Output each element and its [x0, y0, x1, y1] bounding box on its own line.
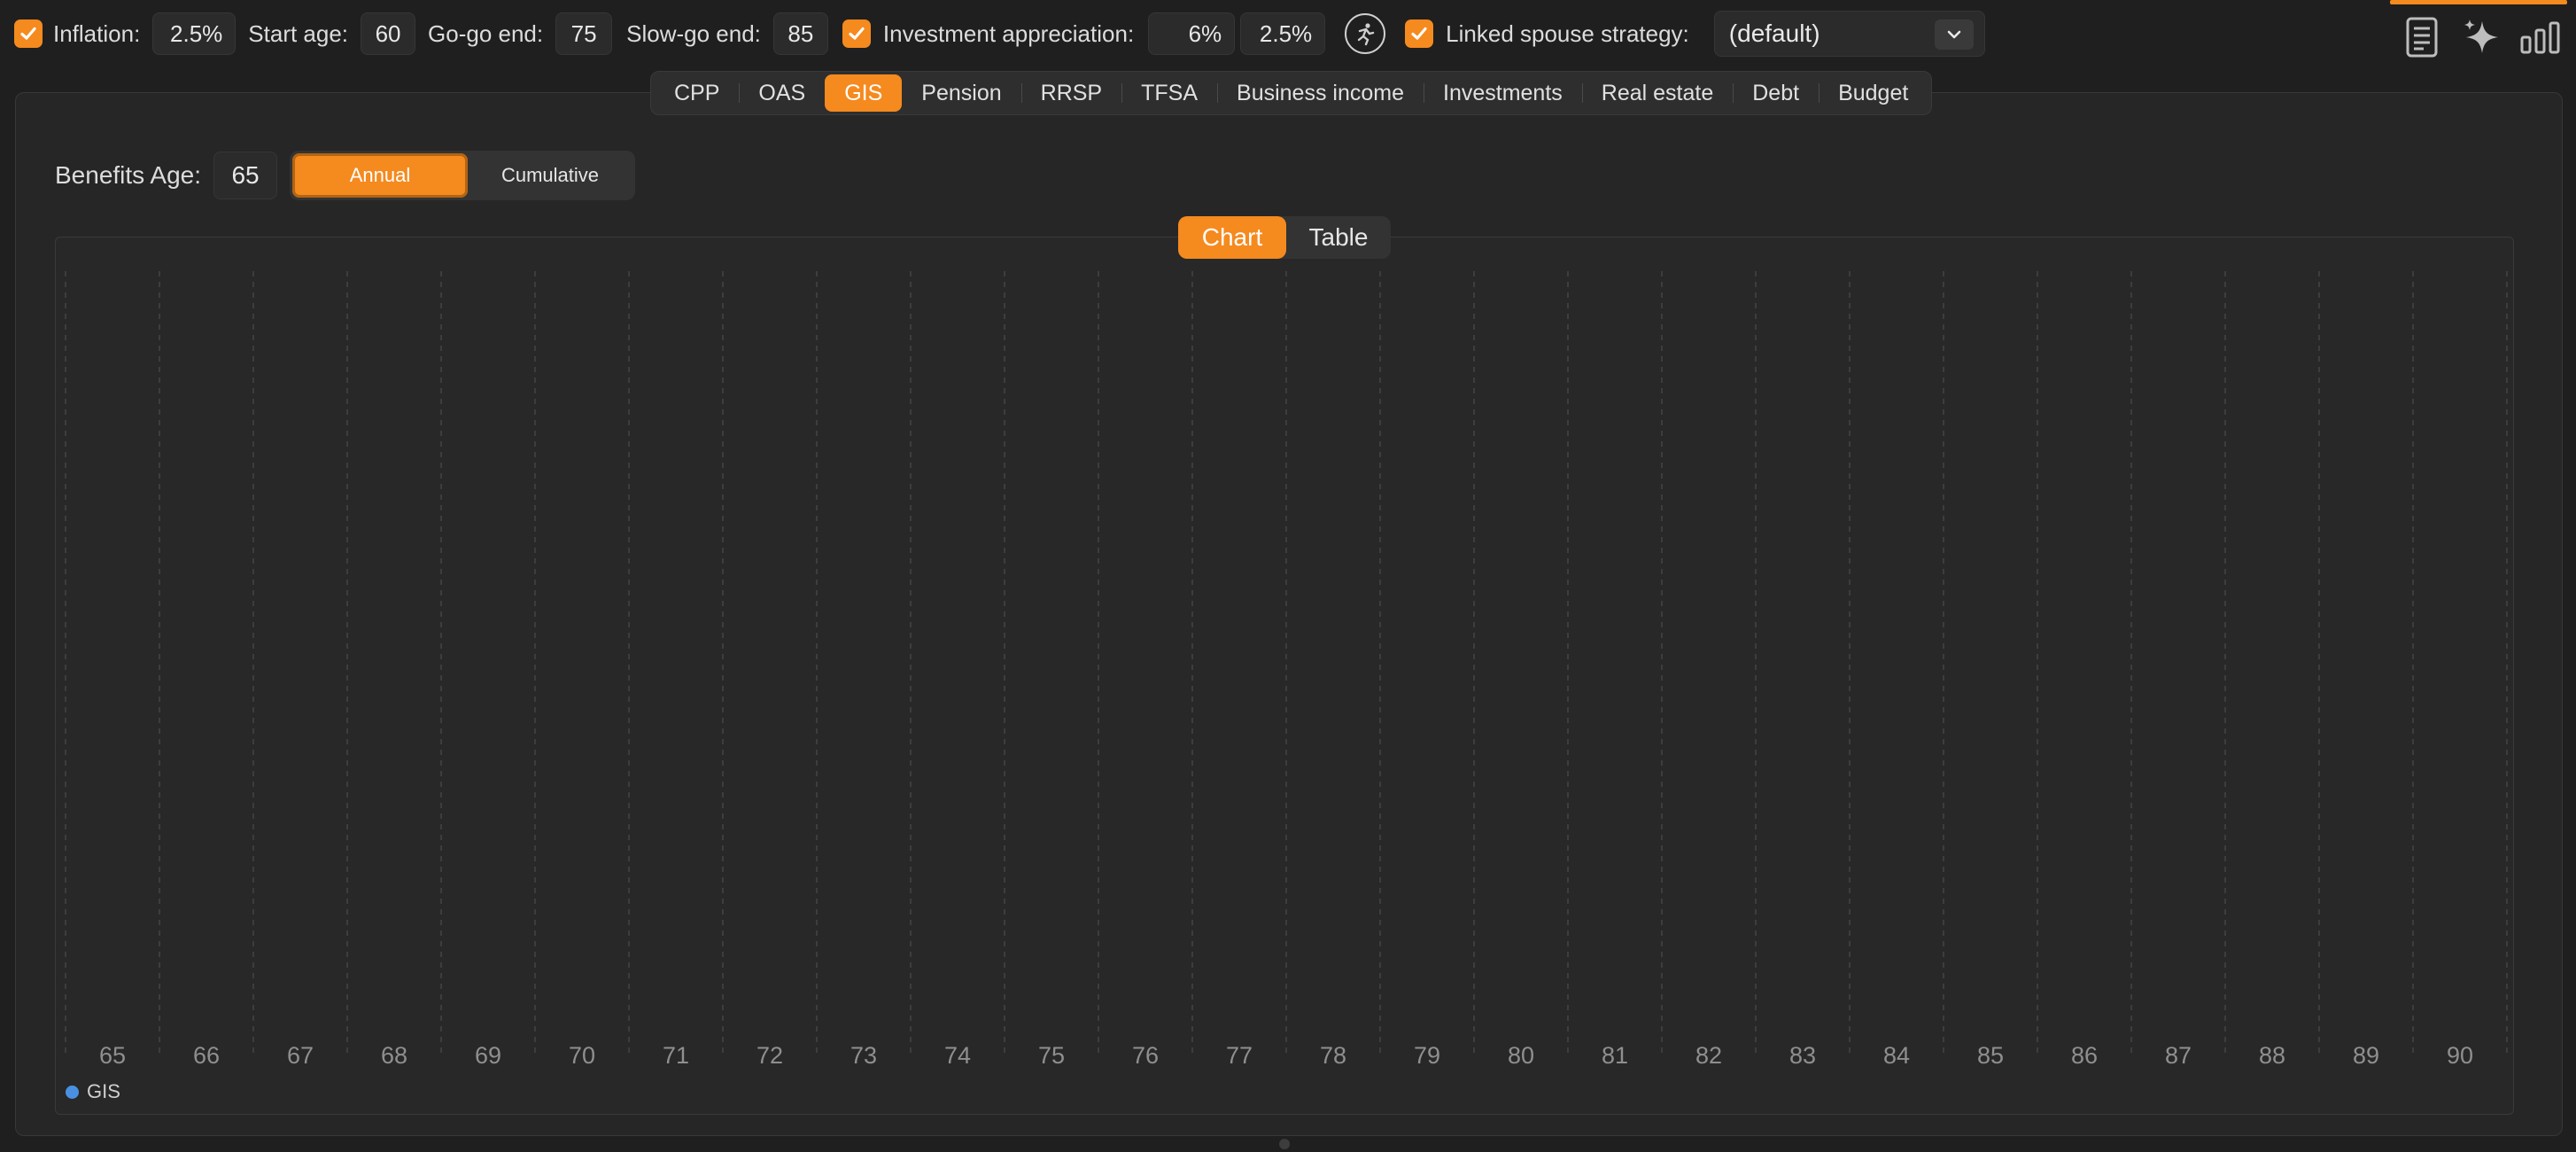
linked-spouse-checkbox[interactable]	[1405, 19, 1434, 48]
legend-label: GIS	[87, 1080, 120, 1102]
chart-area: 65 66 67 68 69 70 71 72 73 74 75 76 77 78 79 80 81 82 83 84…	[55, 237, 2514, 1115]
checkmark-icon	[1411, 27, 1427, 40]
gogo-end-field[interactable]: 75	[555, 12, 613, 55]
inflation-label: Inflation:	[53, 19, 141, 47]
x-tick-label: 67	[287, 1042, 314, 1069]
investment-appreciation-checkbox[interactable]	[842, 19, 871, 48]
x-tick-label: 86	[2071, 1042, 2098, 1069]
report-icon[interactable]	[2404, 16, 2440, 63]
tab-real-estate[interactable]: Real estate	[1581, 74, 1733, 112]
tab-rrsp[interactable]: RRSP	[1020, 74, 1121, 112]
investment-appreciation-field[interactable]: 6%	[1148, 12, 1236, 55]
tab-investments[interactable]: Investments	[1424, 74, 1582, 112]
annual-option[interactable]: Annual	[292, 153, 469, 198]
start-age-field[interactable]: 60	[361, 12, 416, 55]
start-age-label: Start age:	[248, 19, 349, 47]
benefits-row: Benefits Age: 65 Annual Cumulative	[55, 151, 636, 200]
x-tick-label: 84	[1883, 1042, 1910, 1069]
annual-cumulative-toggle: Annual Cumulative	[290, 151, 636, 200]
x-tick-label: 68	[381, 1042, 407, 1069]
x-tick-label: 65	[99, 1042, 126, 1069]
benefits-age-field[interactable]: 65	[213, 152, 278, 199]
x-tick-label: 77	[1226, 1042, 1253, 1069]
x-tick-label: 74	[944, 1042, 971, 1069]
chart-table-toggle: Chart Table	[1178, 216, 1391, 259]
x-tick-label: 88	[2259, 1042, 2285, 1069]
settings-toolbar: Inflation: 2.5% Start age: 60 Go-go end:…	[0, 0, 2576, 67]
checkmark-icon	[20, 27, 36, 40]
x-tick-label: 66	[193, 1042, 220, 1069]
linked-spouse-label: Linked spouse strategy:	[1446, 19, 1689, 47]
x-tick-label: 69	[475, 1042, 501, 1069]
x-tick-label: 80	[1508, 1042, 1534, 1069]
x-tick-label: 82	[1695, 1042, 1722, 1069]
x-tick-label: 87	[2165, 1042, 2192, 1069]
tab-business-income[interactable]: Business income	[1217, 74, 1424, 112]
resize-handle[interactable]	[1279, 1139, 1290, 1149]
tab-budget[interactable]: Budget	[1819, 74, 1928, 112]
investment-appreciation-label: Investment appreciation:	[882, 19, 1135, 47]
cumulative-option[interactable]: Cumulative	[468, 153, 632, 198]
strategy-select-value: (default)	[1728, 19, 1820, 47]
gogo-end-label: Go-go end:	[428, 19, 544, 47]
runner-icon[interactable]	[1345, 13, 1386, 54]
table-option[interactable]: Table	[1286, 216, 1391, 259]
x-tick-label: 90	[2447, 1042, 2473, 1069]
gis-chart: 65 66 67 68 69 70 71 72 73 74 75 76 77 78 79 80 81 82 83 84…	[65, 271, 2508, 1069]
legend-dot	[66, 1085, 79, 1099]
x-tick-label: 79	[1414, 1042, 1440, 1069]
strategy-select[interactable]: (default)	[1713, 11, 1985, 57]
x-tick-label: 78	[1320, 1042, 1346, 1069]
checkmark-icon	[849, 27, 865, 40]
x-tick-label: 72	[757, 1042, 783, 1069]
chart-legend: GIS	[66, 1080, 120, 1103]
tab-debt[interactable]: Debt	[1733, 74, 1819, 112]
tab-oas[interactable]: OAS	[739, 74, 825, 112]
x-tick-label: 83	[1789, 1042, 1816, 1069]
view-switcher	[2390, 0, 2576, 67]
bar-chart-icon[interactable]	[2519, 19, 2562, 59]
tab-tfsa[interactable]: TFSA	[1121, 74, 1217, 112]
x-tick-label: 71	[663, 1042, 689, 1069]
sparkles-icon[interactable]	[2461, 16, 2503, 63]
chevron-down-icon	[1934, 19, 1974, 50]
investment-inflation-field[interactable]: 2.5%	[1240, 12, 1326, 55]
benefits-age-label: Benefits Age:	[55, 161, 202, 189]
x-tick-label: 75	[1038, 1042, 1065, 1069]
chart-option[interactable]: Chart	[1178, 216, 1286, 259]
inflation-checkbox[interactable]	[14, 19, 43, 48]
tab-cpp[interactable]: CPP	[655, 74, 739, 112]
section-tabs: CPP OAS GIS Pension RRSP TFSA Business income I…	[650, 71, 1933, 115]
tab-pension[interactable]: Pension	[902, 74, 1020, 112]
x-tick-label: 81	[1602, 1042, 1628, 1069]
active-indicator	[2390, 0, 2567, 4]
x-tick-label: 89	[2353, 1042, 2379, 1069]
inflation-field[interactable]: 2.5%	[152, 12, 237, 55]
x-tick-label: 85	[1977, 1042, 2004, 1069]
tab-gis[interactable]: GIS	[825, 74, 903, 112]
x-tick-label: 73	[850, 1042, 877, 1069]
x-tick-label: 70	[569, 1042, 595, 1069]
x-tick-label: 76	[1132, 1042, 1159, 1069]
slowgo-end-label: Slow-go end:	[626, 19, 761, 47]
slowgo-end-field[interactable]: 85	[772, 12, 828, 55]
